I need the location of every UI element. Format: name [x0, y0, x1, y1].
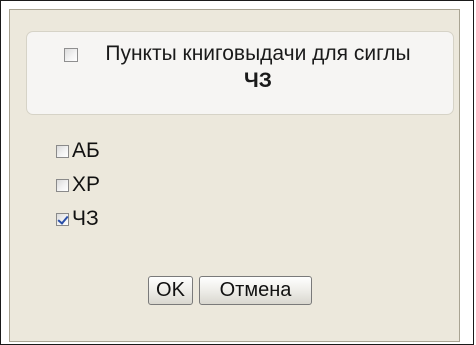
option-ab-label: АБ: [72, 139, 100, 162]
option-chz-label: ЧЗ: [72, 207, 99, 230]
cancel-button[interactable]: Отмена: [199, 276, 312, 305]
option-chz-checkbox[interactable]: [56, 212, 69, 226]
option-hr-label: ХР: [72, 173, 101, 196]
option-ab[interactable]: АБ: [56, 139, 100, 162]
option-hr-checkbox[interactable]: [56, 178, 69, 192]
dialog-title: Пункты книговыдачи для сиглы ЧЗ: [93, 40, 423, 94]
select-all-checkbox[interactable]: [64, 48, 78, 62]
option-ab-checkbox[interactable]: [56, 144, 69, 158]
dialog-window: Пункты книговыдачи для сиглы ЧЗ АБ ХР ЧЗ…: [0, 0, 474, 345]
dialog-header: Пункты книговыдачи для сиглы ЧЗ: [26, 31, 454, 115]
ok-button[interactable]: OK: [148, 276, 193, 305]
dialog-title-prefix: Пункты книговыдачи для сиглы: [105, 42, 411, 65]
option-chz[interactable]: ЧЗ: [56, 207, 99, 230]
option-hr[interactable]: ХР: [56, 173, 101, 196]
dialog-panel: Пункты книговыдачи для сиглы ЧЗ АБ ХР ЧЗ…: [9, 9, 460, 342]
dialog-title-sigla: ЧЗ: [244, 69, 272, 92]
